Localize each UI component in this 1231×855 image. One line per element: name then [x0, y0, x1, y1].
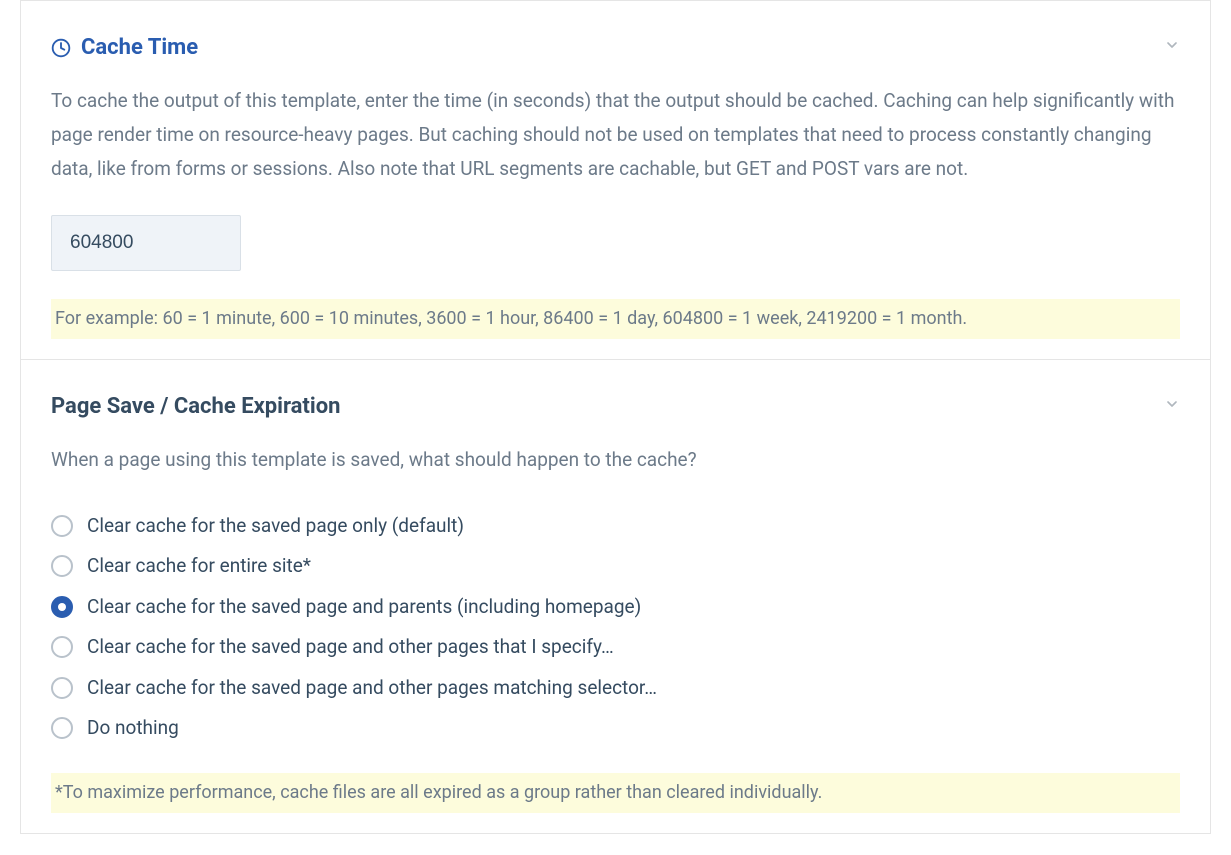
radio-label: Clear cache for the saved page and other… [87, 674, 657, 703]
radio-option-specify-pages[interactable]: Clear cache for the saved page and other… [51, 627, 1180, 668]
collapse-toggle-icon[interactable] [1164, 34, 1180, 61]
collapse-toggle-icon[interactable] [1164, 393, 1180, 420]
cache-time-input[interactable] [51, 215, 241, 271]
cache-expiration-description: When a page using this template is saved… [51, 443, 1180, 477]
cache-expiration-section: Page Save / Cache Expiration When a page… [21, 359, 1210, 833]
radio-label: Clear cache for entire site* [87, 552, 311, 581]
radio-icon [51, 717, 73, 739]
cache-expiration-note: *To maximize performance, cache files ar… [51, 773, 1180, 814]
radio-icon [51, 596, 73, 618]
radio-label: Clear cache for the saved page only (def… [87, 512, 464, 541]
radio-label: Clear cache for the saved page and paren… [87, 593, 641, 622]
radio-icon [51, 636, 73, 658]
radio-icon [51, 677, 73, 699]
radio-option-saved-page-only[interactable]: Clear cache for the saved page only (def… [51, 506, 1180, 547]
radio-icon [51, 515, 73, 537]
cache-expiration-header: Page Save / Cache Expiration [51, 390, 1180, 423]
cache-expiration-title: Page Save / Cache Expiration [51, 390, 340, 423]
radio-label: Clear cache for the saved page and other… [87, 633, 614, 662]
cache-time-title-row[interactable]: Cache Time [51, 31, 198, 64]
clock-icon [51, 38, 71, 58]
cache-time-section: Cache Time To cache the output of this t… [21, 1, 1210, 359]
cache-time-description: To cache the output of this template, en… [51, 84, 1180, 187]
cache-expiration-title-row[interactable]: Page Save / Cache Expiration [51, 390, 340, 423]
radio-label: Do nothing [87, 714, 179, 743]
radio-icon [51, 555, 73, 577]
radio-option-matching-selector[interactable]: Clear cache for the saved page and other… [51, 668, 1180, 709]
radio-option-entire-site[interactable]: Clear cache for entire site* [51, 546, 1180, 587]
cache-time-header: Cache Time [51, 31, 1180, 64]
cache-time-note: For example: 60 = 1 minute, 600 = 10 min… [51, 299, 1180, 340]
radio-option-do-nothing[interactable]: Do nothing [51, 708, 1180, 749]
cache-expiration-radio-group: Clear cache for the saved page only (def… [51, 506, 1180, 749]
radio-option-saved-page-and-parents[interactable]: Clear cache for the saved page and paren… [51, 587, 1180, 628]
cache-time-title: Cache Time [81, 31, 198, 64]
